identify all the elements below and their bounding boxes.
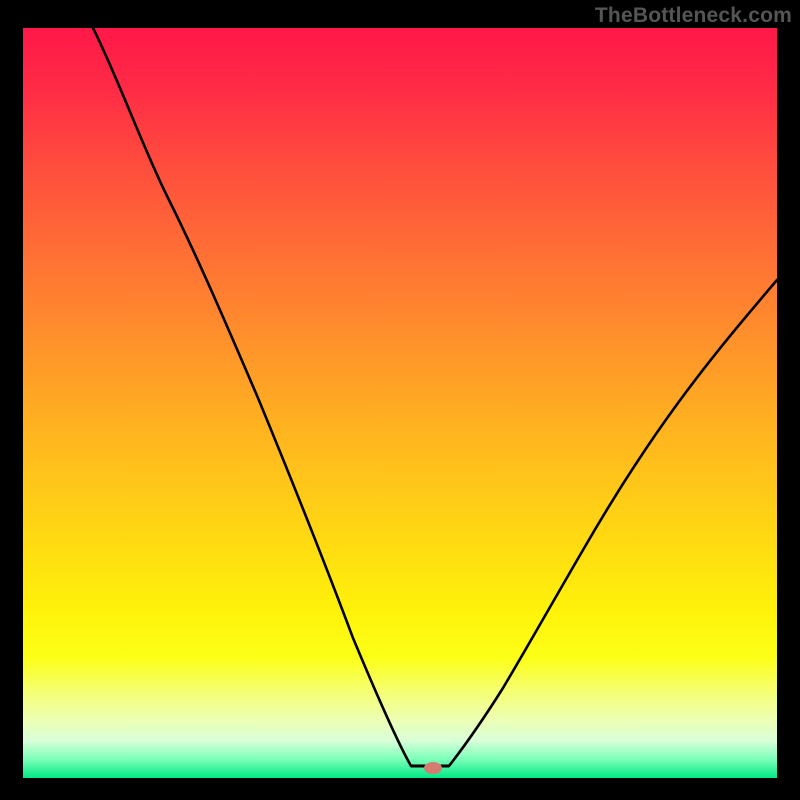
curve-layer (23, 28, 777, 778)
curve-left-branch (93, 28, 411, 766)
chart-stage: TheBottleneck.com (0, 0, 800, 800)
curve-right-branch (449, 280, 777, 766)
watermark-text: TheBottleneck.com (595, 4, 792, 28)
optimum-marker (424, 762, 442, 774)
plot-area (23, 28, 777, 778)
